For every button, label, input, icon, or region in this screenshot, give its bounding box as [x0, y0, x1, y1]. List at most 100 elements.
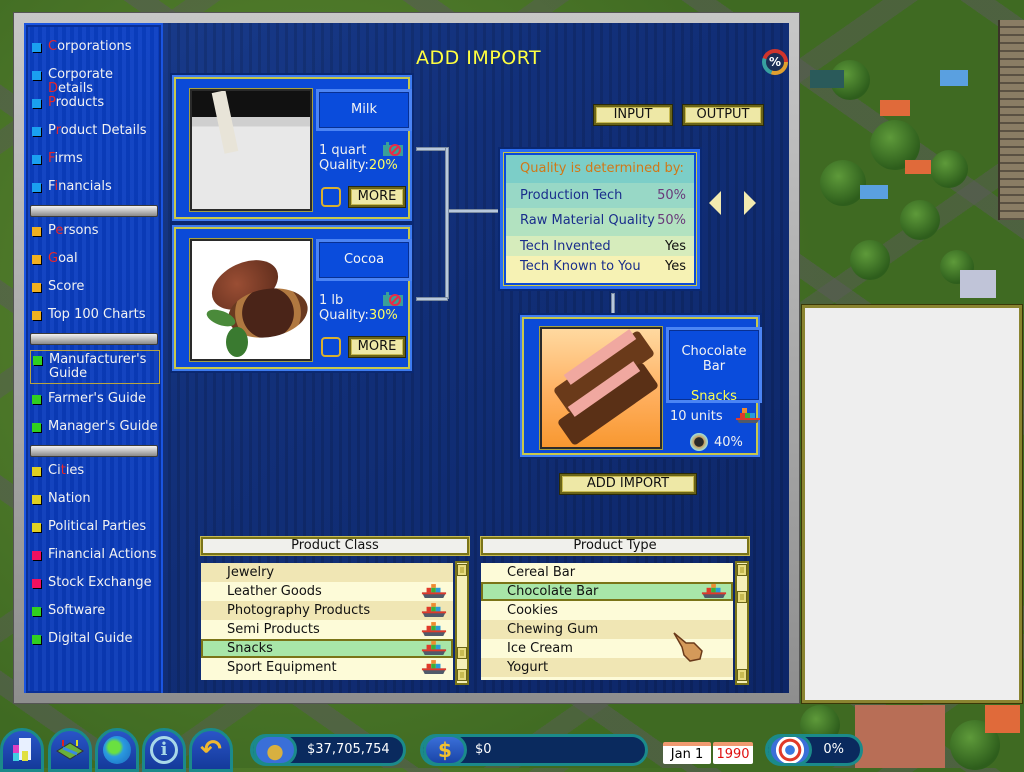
reports-button[interactable] [0, 728, 44, 772]
reports-icon [13, 738, 31, 761]
profit-display: $ $0 [420, 734, 648, 766]
input-button[interactable]: INPUT [594, 105, 672, 125]
more-button[interactable]: MORE [349, 187, 405, 207]
list-item[interactable]: Leather Goods [201, 582, 453, 601]
hand-cursor-icon [673, 632, 703, 662]
bullet-icon [32, 183, 41, 192]
sidebar-item-products[interactable]: Products [32, 96, 160, 110]
list-item[interactable]: Photography Products [201, 601, 453, 620]
quality-row-raw-material: Raw Material Quality 50% [506, 208, 694, 236]
sidebar-item-top-100-charts[interactable]: Top 100 Charts [32, 308, 160, 322]
no-factory-icon [383, 292, 403, 306]
target-icon[interactable] [768, 734, 812, 766]
list-item[interactable]: Snacks [201, 639, 453, 658]
add-import-button[interactable]: ADD IMPORT [560, 474, 696, 494]
window-content: Corporations Corporate Details Products … [24, 23, 789, 693]
bullet-icon [32, 71, 41, 80]
city-map-button[interactable] [48, 728, 92, 772]
scroll-down-button[interactable] [457, 669, 467, 681]
product-class-list: Jewelry Leather Goods Photography Products… [201, 563, 453, 680]
list-item-label: Snacks [227, 641, 273, 656]
bullet-icon [33, 356, 42, 365]
list-item[interactable]: Semi Products [201, 620, 453, 639]
input-name: Milk [316, 89, 412, 131]
back-button[interactable]: ↶ [189, 728, 233, 772]
sidebar-item-corporate-details[interactable]: Corporate Details [32, 68, 160, 96]
previous-arrow-icon[interactable] [709, 191, 721, 215]
sidebar-item-managers-guide[interactable]: Manager's Guide [32, 420, 160, 434]
bullet-icon [32, 127, 41, 136]
scroll-up-button[interactable] [737, 564, 747, 576]
scroll-up-button[interactable] [457, 564, 467, 576]
bullet-icon [32, 551, 41, 560]
sidebar-item-firms[interactable]: Firms [32, 152, 160, 166]
sidebar-item-political-parties[interactable]: Political Parties [32, 520, 160, 534]
ship-icon [421, 660, 447, 674]
sidebar-item-financials[interactable]: Financials [32, 180, 160, 194]
product-class-header: Product Class [201, 537, 469, 555]
input-checkbox[interactable] [321, 187, 341, 207]
bullet-icon [32, 99, 41, 108]
list-item[interactable]: Sport Equipment [201, 658, 453, 677]
sidebar-item-product-details[interactable]: Product Details [32, 124, 160, 138]
info-button[interactable]: i [142, 728, 186, 772]
list-item-label: Cookies [507, 603, 558, 618]
bullet-icon [32, 155, 41, 164]
input-checkbox[interactable] [321, 337, 341, 357]
scroll-thumb[interactable] [737, 591, 747, 603]
list-item-label: Chewing Gum [507, 622, 599, 637]
scroll-thumb[interactable] [457, 647, 467, 659]
world-button[interactable] [95, 728, 139, 772]
list-item-label: Ice Cream [507, 641, 573, 656]
quality-row-tech-invented: Tech Invented Yes [506, 236, 694, 256]
bullet-icon [32, 495, 41, 504]
sidebar-item-financial-actions[interactable]: Financial Actions [32, 548, 160, 562]
list-item-label: Yogurt [507, 660, 549, 675]
next-arrow-icon[interactable] [744, 191, 756, 215]
info-panel [802, 305, 1022, 703]
sidebar-item-digital-guide[interactable]: Digital Guide [32, 632, 160, 646]
sidebar-item-manufacturers-guide[interactable]: Manufacturer's Guide [30, 350, 160, 384]
sidebar-item-score[interactable]: Score [32, 280, 160, 294]
bullet-icon [32, 255, 41, 264]
product-type-scrollbar[interactable] [735, 561, 749, 685]
sidebar-item-goal[interactable]: Goal [32, 252, 160, 266]
sidebar-item-cities[interactable]: Cities [32, 464, 160, 478]
list-item-label: Chocolate Bar [507, 584, 599, 599]
list-item-label: Cereal Bar [507, 565, 576, 580]
sidebar-item-nation[interactable]: Nation [32, 492, 160, 506]
profit-chart-icon: $ [423, 734, 467, 766]
cash-display: $37,705,754 [250, 734, 406, 766]
sidebar-item-persons[interactable]: Persons [32, 224, 160, 238]
scroll-down-button[interactable] [737, 669, 747, 681]
percent-chart-icon[interactable]: % [762, 49, 788, 75]
sidebar-item-corporations[interactable]: Corporations [32, 40, 160, 54]
output-percent: 40% [714, 435, 743, 450]
output-category: Snacks [691, 389, 737, 404]
list-item[interactable]: Jewelry [201, 563, 453, 582]
quality-heading: Quality is determined by: [506, 155, 694, 183]
output-card: Chocolate Bar Snacks 10 units 40% [520, 315, 762, 457]
sidebar-item-farmers-guide[interactable]: Farmer's Guide [32, 392, 160, 406]
output-button[interactable]: OUTPUT [683, 105, 763, 125]
sidebar-item-stock-exchange[interactable]: Stock Exchange [32, 576, 160, 590]
money-bag-icon [253, 734, 297, 766]
input-name: Cocoa [316, 239, 412, 281]
bullet-icon [32, 635, 41, 644]
quality-seal-icon [690, 433, 708, 451]
product-class-scrollbar[interactable] [455, 561, 469, 685]
bullet-icon [32, 311, 41, 320]
ship-icon [421, 603, 447, 617]
list-item[interactable]: Chocolate Bar [481, 582, 733, 601]
more-button[interactable]: MORE [349, 337, 405, 357]
page-title: ADD IMPORT [416, 47, 542, 69]
bullet-icon [32, 423, 41, 432]
cocoa-image [190, 239, 312, 361]
output-name: Chocolate Bar [681, 344, 747, 374]
list-item[interactable]: Cereal Bar [481, 563, 733, 582]
bullet-icon [32, 607, 41, 616]
sidebar-item-software[interactable]: Software [32, 604, 160, 618]
list-item-label: Jewelry [227, 565, 275, 580]
list-item[interactable]: Cookies [481, 601, 733, 620]
list-item-label: Photography Products [227, 603, 371, 618]
